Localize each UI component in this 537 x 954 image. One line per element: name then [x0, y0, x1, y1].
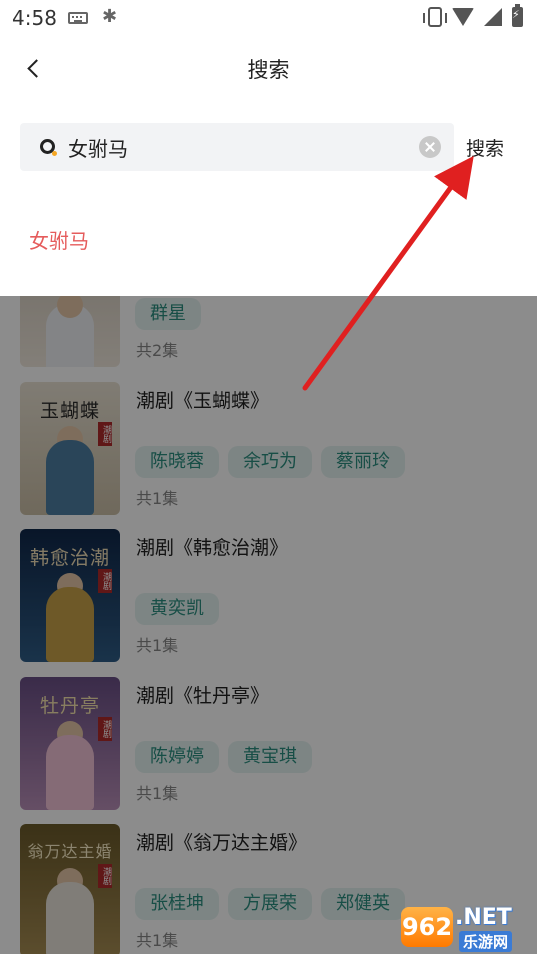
battery-charging-icon	[512, 4, 523, 27]
suggestion-item[interactable]: 女驸马	[29, 225, 89, 254]
search-input[interactable]	[68, 132, 398, 162]
search-button[interactable]: 搜索	[466, 134, 504, 161]
watermark-badge: 962	[401, 907, 453, 947]
status-time: 4:58	[12, 6, 57, 30]
watermark-logo: 962 .NET 乐游网	[397, 903, 533, 952]
vibrate-icon	[423, 7, 447, 27]
wifi-icon	[452, 8, 474, 26]
keyboard-icon	[68, 12, 88, 24]
search-panel: 搜索 女驸马	[0, 104, 537, 296]
status-left-icons: ✱	[68, 6, 117, 27]
clear-icon[interactable]	[419, 136, 441, 158]
status-right-icons	[423, 4, 523, 27]
search-icon	[40, 139, 57, 156]
status-bar: 4:58 ✱	[0, 0, 537, 36]
dim-overlay[interactable]	[0, 296, 537, 954]
page-title: 搜索	[247, 58, 290, 82]
watermark-suffix: .NET	[455, 905, 512, 930]
app-glyph-icon: ✱	[102, 6, 118, 27]
watermark-sub: 乐游网	[459, 931, 513, 952]
search-box[interactable]	[20, 123, 454, 171]
signal-icon	[484, 8, 502, 26]
app-header: 搜索	[0, 36, 537, 104]
